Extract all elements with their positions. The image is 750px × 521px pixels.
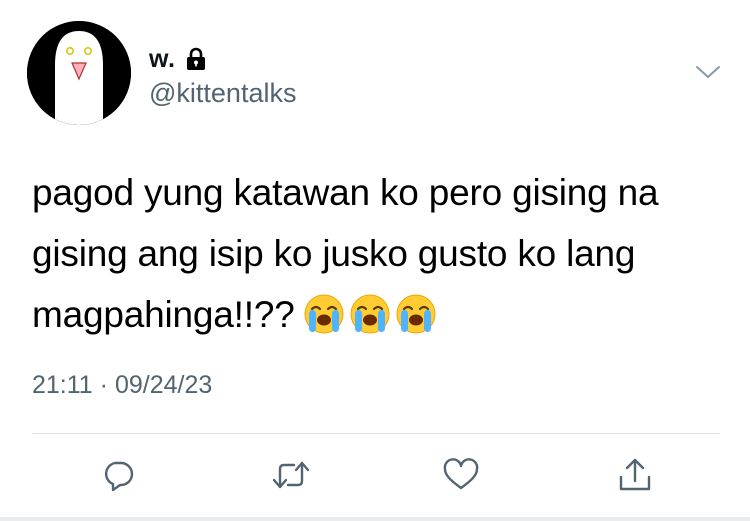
reply-icon — [104, 461, 134, 492]
tweet-card: w. @kittentalks pagod yung katawan ko pe… — [0, 0, 750, 521]
loudly-crying-face-icon — [396, 294, 436, 334]
retweet-icon — [272, 461, 310, 489]
share-icon — [619, 458, 651, 491]
emoji-group — [303, 293, 441, 335]
ghost-avatar-icon — [27, 21, 131, 125]
lock-icon — [185, 47, 207, 71]
share-button[interactable] — [612, 452, 658, 498]
bottom-border — [0, 517, 750, 521]
like-button[interactable] — [438, 452, 484, 498]
display-name[interactable]: w. — [149, 45, 175, 74]
avatar[interactable] — [27, 21, 131, 125]
chevron-down-icon[interactable] — [695, 62, 721, 82]
timestamp-separator: · — [99, 371, 108, 399]
divider — [32, 433, 720, 434]
tweet-date: 09/24/23 — [114, 371, 213, 399]
timestamp[interactable]: 21:11 · 09/24/23 — [32, 371, 212, 400]
heart-icon — [443, 458, 479, 490]
reply-button[interactable] — [95, 452, 141, 498]
retweet-button[interactable] — [268, 452, 314, 498]
tweet-time: 21:11 — [32, 371, 93, 399]
user-handle[interactable]: @kittentalks — [149, 78, 296, 109]
tweet-text: pagod yung katawan ko pero gising na gis… — [32, 162, 732, 345]
name-row: w. — [149, 44, 207, 74]
loudly-crying-face-icon — [350, 294, 390, 334]
loudly-crying-face-icon — [304, 294, 344, 334]
action-bar — [0, 452, 750, 502]
